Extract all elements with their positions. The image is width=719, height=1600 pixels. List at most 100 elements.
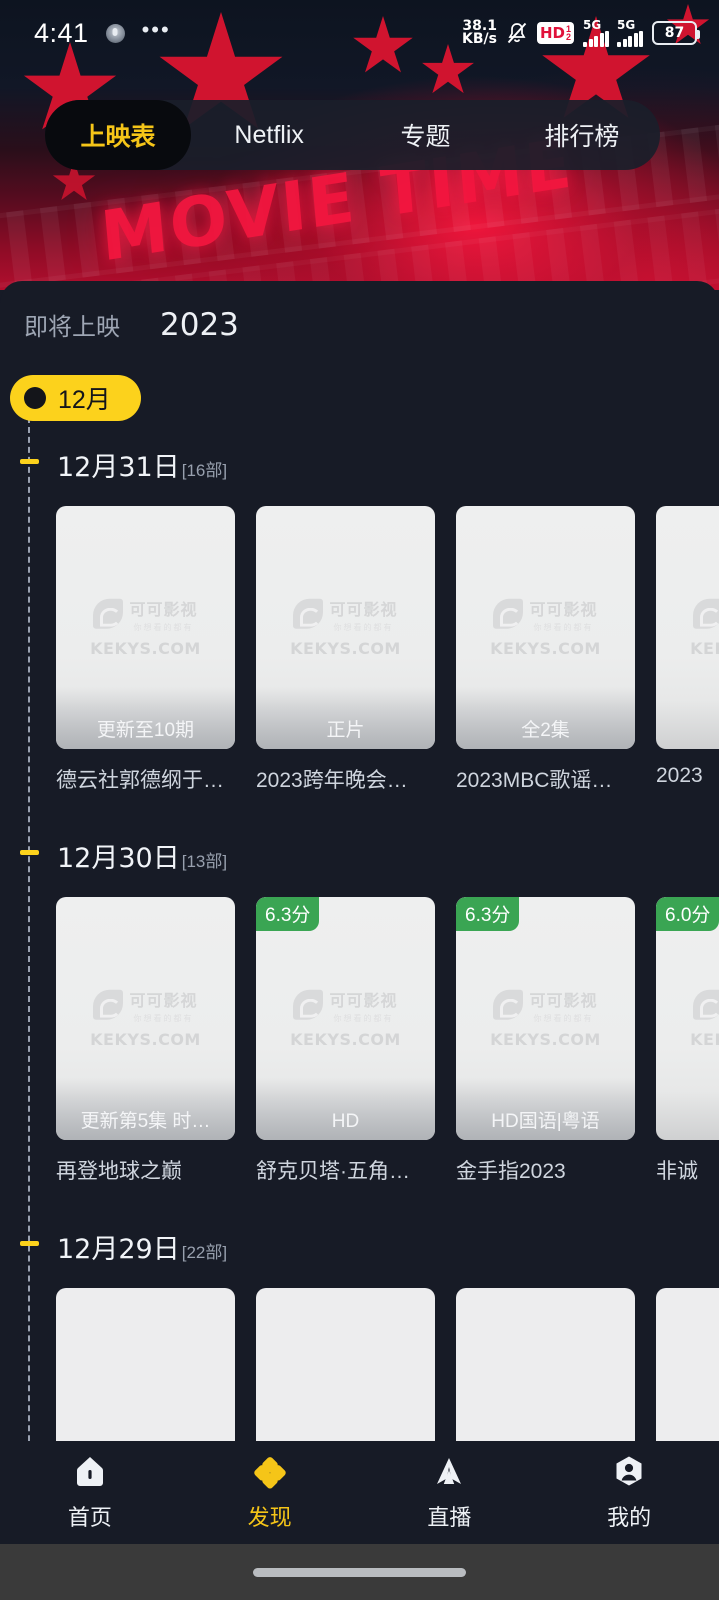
watermark-slogan: 你想看的都有 xyxy=(533,1013,594,1023)
movie-poster[interactable]: 可可影视 你想看的都有 KEKYS.COM 全2集 xyxy=(456,506,635,749)
top-tab-bar[interactable]: 上映表 Netflix 专题 排行榜 xyxy=(45,100,660,170)
timeline-tick-icon xyxy=(20,1241,39,1246)
movie-card[interactable]: 6.3分 可可影视 你想看的都有 KEKYS.COM HD国语|粤语 金手指20… xyxy=(456,897,635,1185)
poster-status-label: HD国语|粤语 xyxy=(456,1078,635,1140)
movie-title: 金手指2023 xyxy=(456,1160,566,1183)
day-header: 12月29日 [22部] xyxy=(0,1227,719,1266)
hd-sim-bottom: 2 xyxy=(565,32,571,42)
movie-card[interactable] xyxy=(456,1288,635,1441)
watermark-domain: KEKYS.COM xyxy=(290,638,401,658)
movie-card[interactable] xyxy=(656,1288,719,1441)
rating-badge: 6.3分 xyxy=(456,897,520,931)
sim2-network-label: 5G xyxy=(617,17,636,32)
watermark-domain: KEKYS.COM xyxy=(690,1029,719,1049)
content-panel: 即将上映 2023 12月 12月31日 [16部] 可可影视 你想看的都有 K… xyxy=(0,281,719,1441)
poster-watermark: 可可影视 你想看的都有 KEKYS.COM xyxy=(456,986,635,1048)
nav-label-live: 直播 xyxy=(427,1505,472,1530)
tab-zhuanti[interactable]: 专题 xyxy=(347,100,503,170)
rating-badge: 6.3分 xyxy=(256,897,320,931)
day-count: [13部] xyxy=(181,852,228,871)
hd-voice-icon: HD 1 2 xyxy=(536,22,574,44)
live-broadcast-icon xyxy=(430,1453,468,1491)
gesture-pill[interactable] xyxy=(253,1567,466,1577)
card-row[interactable] xyxy=(0,1288,719,1441)
movie-poster[interactable]: 可可影视 你想看的都有 KEKYS.COM 正片 xyxy=(256,506,435,749)
watermark-slogan: 你想看的都有 xyxy=(333,622,394,632)
poster-watermark: 可可影视 你想看的都有 KEKYS.COM xyxy=(656,986,719,1048)
movie-poster[interactable]: 可可影视 你想看的都有 KEKYS.COM xyxy=(656,506,719,749)
nav-item-live[interactable]: 直播 xyxy=(360,1453,540,1532)
poster-watermark: 可可影视 你想看的都有 KEKYS.COM xyxy=(56,986,235,1048)
movie-poster[interactable]: 可可影视 你想看的都有 KEKYS.COM 更新至10期 xyxy=(56,506,235,749)
movie-poster[interactable] xyxy=(56,1288,235,1441)
section-subtitle: 即将上映 xyxy=(24,314,120,341)
watermark-domain: KEKYS.COM xyxy=(690,638,719,658)
movie-poster[interactable] xyxy=(656,1288,719,1441)
discover-diamond-icon xyxy=(251,1453,289,1491)
movie-poster[interactable] xyxy=(456,1288,635,1441)
watermark-slogan: 你想看的都有 xyxy=(333,1013,394,1023)
watermark-cn: 可可影视 xyxy=(329,992,398,1010)
day-group: 12月30日 [13部] 可可影视 你想看的都有 KEKYS.COM 更新第5集… xyxy=(0,836,719,1185)
movie-poster[interactable]: 6.0分 可可影视 你想看的都有 KEKYS.COM xyxy=(656,897,719,1140)
battery-icon: 87 xyxy=(652,21,700,45)
signal-group-1: 5G 5G xyxy=(583,17,643,47)
movie-poster[interactable]: 6.3分 可可影视 你想看的都有 KEKYS.COM HD国语|粤语 xyxy=(456,897,635,1140)
movie-card[interactable]: 可可影视 你想看的都有 KEKYS.COM 2023 xyxy=(656,506,719,794)
more-dots-icon: ••• xyxy=(141,17,171,42)
movie-card[interactable]: 可可影视 你想看的都有 KEKYS.COM 更新第5集 时… 再登地球之巅 xyxy=(56,897,235,1185)
movie-card[interactable]: 可可影视 你想看的都有 KEKYS.COM 全2集 2023MBC歌谣… xyxy=(456,506,635,794)
movie-card[interactable]: 可可影视 你想看的都有 KEKYS.COM 更新至10期 德云社郭德纲于… xyxy=(56,506,235,794)
poster-status-label: 更新第5集 时… xyxy=(56,1078,235,1140)
card-row[interactable]: 可可影视 你想看的都有 KEKYS.COM 更新第5集 时… 再登地球之巅 6.… xyxy=(0,897,719,1185)
month-pill[interactable]: 12月 xyxy=(10,375,141,421)
watermark-slogan: 你想看的都有 xyxy=(133,622,194,632)
poster-watermark: 可可影视 你想看的都有 KEKYS.COM xyxy=(456,595,635,657)
bottom-navigation[interactable]: 首页 发现 直播 我的 xyxy=(0,1441,719,1544)
day-count: [16部] xyxy=(181,461,228,480)
movie-title: 非诚 xyxy=(656,1160,698,1183)
watermark-domain: KEKYS.COM xyxy=(290,1029,401,1049)
network-speed-unit: KB/s xyxy=(462,31,497,47)
nav-item-profile[interactable]: 我的 xyxy=(539,1453,719,1532)
timeline-tick-icon xyxy=(20,850,39,855)
tab-paihangbang[interactable]: 排行榜 xyxy=(504,100,660,170)
section-year: 2023 xyxy=(160,307,239,343)
system-gesture-bar[interactable] xyxy=(0,1544,719,1600)
home-icon xyxy=(71,1453,109,1491)
tab-netflix[interactable]: Netflix xyxy=(191,100,347,170)
status-bar: 4:41 ••• 38.1 KB/s HD 1 2 5G 5G 87 xyxy=(0,0,719,66)
nav-item-home[interactable]: 首页 xyxy=(0,1453,180,1532)
watermark-domain: KEKYS.COM xyxy=(90,1029,201,1049)
tab-shangyingbiao[interactable]: 上映表 xyxy=(45,100,191,170)
movie-card[interactable]: 6.3分 可可影视 你想看的都有 KEKYS.COM HD 舒克贝塔·五角… xyxy=(256,897,435,1185)
movie-poster[interactable]: 可可影视 你想看的都有 KEKYS.COM 更新第5集 时… xyxy=(56,897,235,1140)
watermark-cn: 可可影视 xyxy=(529,992,598,1010)
watermark-cn: 可可影视 xyxy=(329,601,398,619)
poster-watermark: 可可影视 你想看的都有 KEKYS.COM xyxy=(56,595,235,657)
card-row[interactable]: 可可影视 你想看的都有 KEKYS.COM 更新至10期 德云社郭德纲于… 可可… xyxy=(0,506,719,794)
rating-badge: 6.0分 xyxy=(656,897,719,931)
movie-poster[interactable]: 6.3分 可可影视 你想看的都有 KEKYS.COM HD xyxy=(256,897,435,1140)
network-speed: 38.1 KB/s xyxy=(462,19,497,47)
nav-item-discover[interactable]: 发现 xyxy=(180,1453,360,1532)
movie-card[interactable] xyxy=(256,1288,435,1441)
day-header: 12月31日 [16部] xyxy=(0,445,719,484)
movie-title: 2023跨年晚会… xyxy=(256,769,408,792)
sim2-signal-bars xyxy=(617,30,643,47)
movie-card[interactable] xyxy=(56,1288,235,1441)
poster-watermark: 可可影视 你想看的都有 KEKYS.COM xyxy=(256,986,435,1048)
day-count: [22部] xyxy=(181,1243,228,1262)
poster-status-label: 正片 xyxy=(256,687,435,749)
watermark-cn: 可可影视 xyxy=(529,601,598,619)
section-header: 即将上映 2023 xyxy=(0,281,719,343)
movie-card[interactable]: 6.0分 可可影视 你想看的都有 KEKYS.COM xyxy=(656,897,719,1185)
kekys-logo-icon xyxy=(293,989,324,1020)
kekys-logo-icon xyxy=(293,598,324,629)
poster-status-label: HD xyxy=(256,1078,435,1140)
watermark-domain: KEKYS.COM xyxy=(490,1029,601,1049)
day-date: 12月29日 xyxy=(57,1234,180,1265)
movie-card[interactable]: 可可影视 你想看的都有 KEKYS.COM 正片 2023跨年晚会… xyxy=(256,506,435,794)
movie-poster[interactable] xyxy=(256,1288,435,1441)
kekys-logo-icon xyxy=(693,598,719,629)
